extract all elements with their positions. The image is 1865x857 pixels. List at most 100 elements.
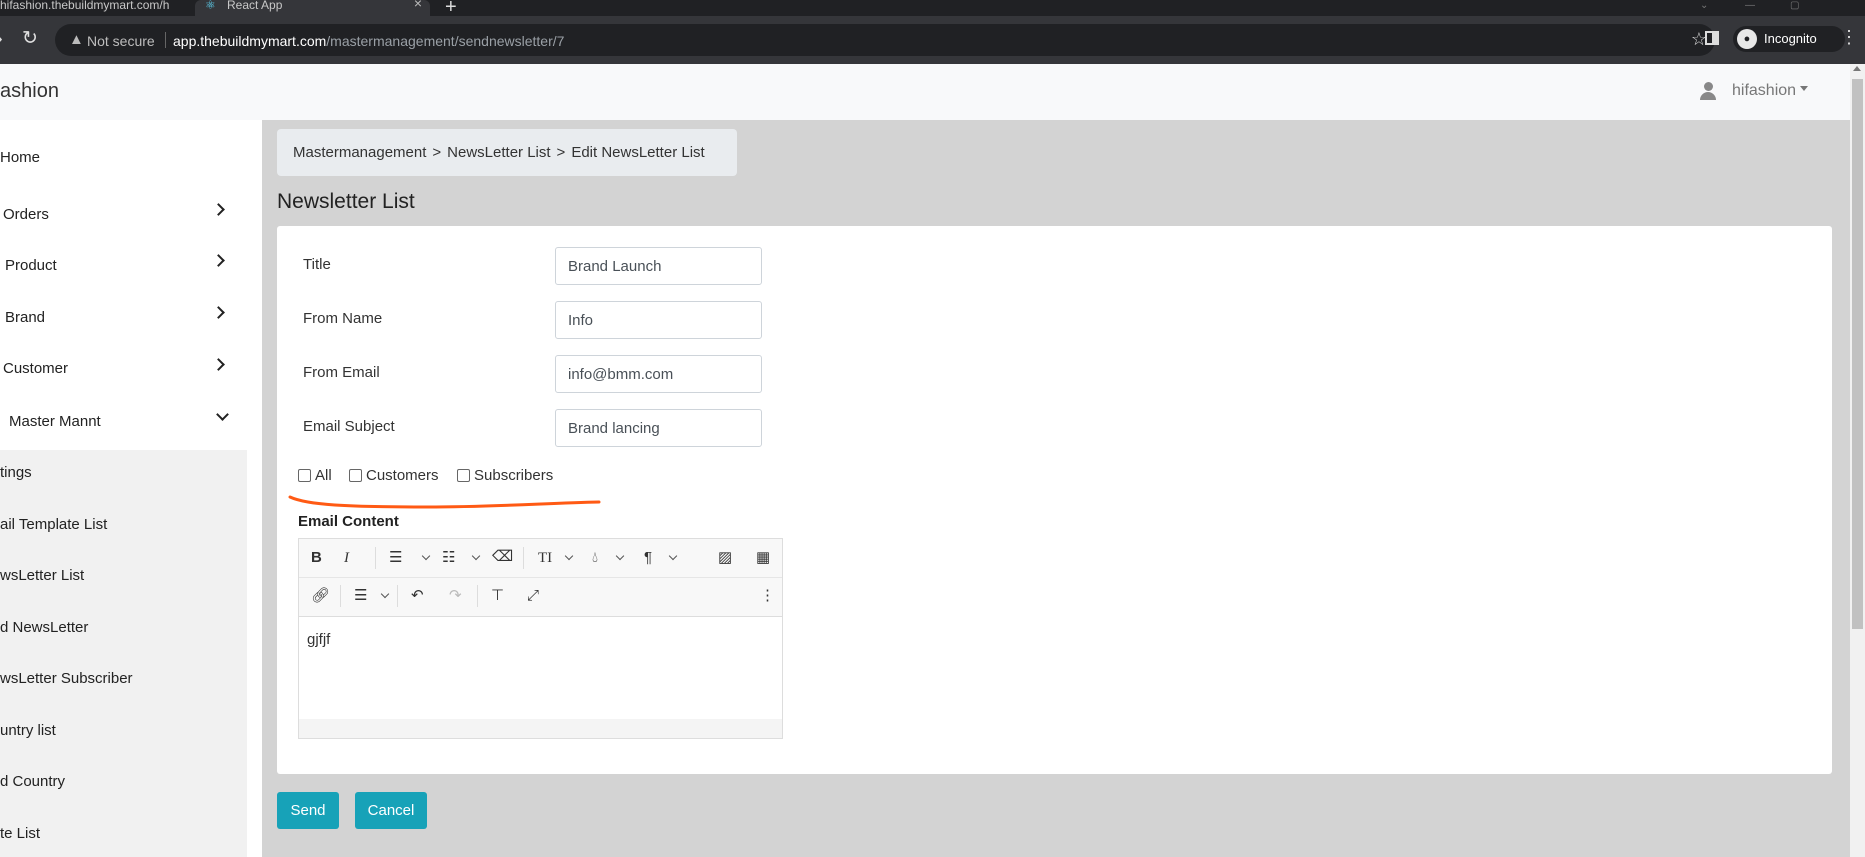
- tab-search-icon[interactable]: ⌄: [1700, 0, 1708, 11]
- scroll-up-icon[interactable]: [1853, 66, 1861, 71]
- user-icon[interactable]: [1700, 82, 1716, 100]
- chevron-right-icon[interactable]: [212, 306, 225, 319]
- bold-icon[interactable]: B: [311, 549, 322, 567]
- subscribers-checkbox-label[interactable]: Subscribers: [474, 467, 553, 484]
- italic-icon[interactable]: I: [344, 549, 349, 567]
- font-size-icon[interactable]: TI: [538, 549, 552, 567]
- paragraph-icon[interactable]: ¶: [644, 549, 652, 567]
- reload-icon[interactable]: ↻: [22, 29, 38, 49]
- chevron-right-icon[interactable]: [212, 203, 225, 216]
- page-scrollbar[interactable]: [1850, 64, 1865, 857]
- browser-tab-hifashion[interactable]: hifashion.thebuildmymart.com/h: [0, 0, 175, 16]
- address-bar[interactable]: ▲ Not secure app.thebuildmymart.com/mast…: [55, 24, 1715, 56]
- sidebar-item-orders[interactable]: Orders: [3, 206, 49, 223]
- breadcrumb-separator: >: [556, 144, 566, 161]
- numbered-list-icon[interactable]: ☷: [442, 549, 455, 567]
- all-checkbox-label[interactable]: All: [315, 467, 332, 484]
- editor-statusbar: [299, 719, 782, 738]
- sidebar-item-brand[interactable]: Brand: [5, 309, 45, 326]
- bullet-list-icon[interactable]: ☰: [389, 549, 402, 567]
- breadcrumb-separator: >: [432, 144, 442, 161]
- image-icon[interactable]: ▨: [718, 549, 732, 567]
- format-painter-icon[interactable]: ⊤: [491, 587, 504, 605]
- sidebar-subitem-add-country[interactable]: d Country: [0, 773, 65, 790]
- incognito-badge[interactable]: ● Incognito: [1733, 26, 1845, 52]
- from-email-input[interactable]: [555, 355, 762, 393]
- email-subject-label: Email Subject: [303, 418, 395, 435]
- chevron-down-icon[interactable]: [615, 551, 625, 561]
- tab-title: React App: [227, 0, 283, 12]
- eraser-icon[interactable]: ⌫: [492, 548, 513, 566]
- chevron-down-icon[interactable]: [668, 551, 678, 561]
- sidebar-subitem-add-newsletter[interactable]: d NewsLetter: [0, 619, 88, 636]
- browser-tab-bar: hifashion.thebuildmymart.com/h ⚛ React A…: [0, 0, 1865, 18]
- sidebar-subitem-state-list[interactable]: te List: [0, 825, 40, 842]
- chevron-down-icon[interactable]: [471, 551, 481, 561]
- toolbar-divider: [523, 547, 524, 569]
- breadcrumb-item[interactable]: Mastermanagement: [293, 144, 426, 161]
- customers-checkbox[interactable]: [349, 469, 362, 482]
- sidebar-item-customer[interactable]: Customer: [3, 360, 68, 377]
- sidebar-item-product[interactable]: Product: [5, 257, 57, 274]
- browser-toolbar: › ↻ ▲ Not secure app.thebuildmymart.com/…: [0, 16, 1865, 64]
- send-button[interactable]: Send: [277, 792, 339, 829]
- align-icon[interactable]: ☰: [354, 587, 367, 605]
- scrollbar-thumb[interactable]: [1852, 79, 1863, 629]
- user-menu-toggle[interactable]: hifashion: [1732, 82, 1796, 100]
- breadcrumb-item[interactable]: NewsLetter List: [447, 144, 550, 161]
- sidebar-subitem-newsletter-subscriber[interactable]: wsLetter Subscriber: [0, 670, 133, 687]
- chevron-down-icon[interactable]: [216, 408, 229, 421]
- toolbar-divider: [397, 585, 398, 607]
- email-content-label: Email Content: [298, 513, 399, 530]
- app-navbar: ashion hifashion: [0, 64, 1850, 120]
- chevron-right-icon[interactable]: [212, 358, 225, 371]
- from-name-input[interactable]: [555, 301, 762, 339]
- tab-close-icon[interactable]: ×: [414, 0, 422, 10]
- page-title: Newsletter List: [277, 190, 415, 213]
- cancel-button[interactable]: Cancel: [355, 792, 427, 829]
- rich-text-editor: B I ☰ ☷ ⌫ TI 💧︎ ¶ ▨ ▦ 🔗︎ ☰ ↶ ↷ ⊤ ⤢ ⋮ gjf…: [298, 538, 783, 739]
- sidebar-item-home[interactable]: Home: [0, 149, 40, 166]
- browser-tab-react-app[interactable]: ⚛ React App ×: [195, 0, 430, 16]
- redo-icon[interactable]: ↷: [449, 587, 462, 605]
- toolbar-divider: [375, 547, 376, 569]
- divider: [165, 32, 166, 48]
- table-icon[interactable]: ▦: [756, 549, 770, 567]
- incognito-icon: ●: [1737, 29, 1757, 49]
- chevron-right-icon[interactable]: [212, 254, 225, 267]
- chevron-down-icon[interactable]: [564, 551, 574, 561]
- sidebar-subitem-newsletter-list[interactable]: wsLetter List: [0, 567, 84, 584]
- chevron-down-icon[interactable]: [380, 589, 390, 599]
- undo-icon[interactable]: ↶: [411, 587, 424, 605]
- toolbar-divider: [477, 585, 478, 607]
- sidebar-subitem-country-list[interactable]: untry list: [0, 722, 56, 739]
- forward-arrow-icon[interactable]: ›: [0, 29, 3, 49]
- sidebar-item-master-mannt[interactable]: Master Mannt: [9, 413, 101, 430]
- more-options-icon[interactable]: ⋮: [760, 587, 775, 605]
- sidebar-subitem-email-template-list[interactable]: ail Template List: [0, 516, 107, 533]
- title-input[interactable]: [555, 247, 762, 285]
- fullscreen-icon[interactable]: ⤢: [527, 587, 539, 605]
- side-panel-icon[interactable]: [1705, 31, 1719, 45]
- url-text[interactable]: app.thebuildmymart.com/mastermanagement/…: [173, 33, 564, 49]
- customers-checkbox-label[interactable]: Customers: [366, 467, 439, 484]
- toolbar-divider: [340, 585, 341, 607]
- warning-icon[interactable]: ▲: [69, 31, 84, 48]
- from-email-label: From Email: [303, 364, 380, 381]
- editor-content[interactable]: gjfjf: [307, 631, 330, 648]
- chevron-down-icon[interactable]: [421, 551, 431, 561]
- subscribers-checkbox[interactable]: [457, 469, 470, 482]
- all-checkbox[interactable]: [298, 469, 311, 482]
- security-status[interactable]: Not secure: [87, 33, 155, 49]
- minimize-icon[interactable]: —: [1745, 0, 1755, 11]
- text-color-icon[interactable]: 💧︎: [592, 549, 598, 567]
- link-icon[interactable]: 🔗︎: [311, 587, 330, 605]
- incognito-label: Incognito: [1764, 31, 1817, 46]
- maximize-icon[interactable]: ▢: [1790, 0, 1799, 11]
- toolbar-row-divider: [299, 577, 782, 578]
- sidebar-subitem-settings[interactable]: tings: [0, 464, 32, 481]
- email-subject-input[interactable]: [555, 409, 762, 447]
- caret-down-icon[interactable]: [1800, 86, 1808, 91]
- browser-menu-icon[interactable]: ⋮: [1840, 27, 1858, 48]
- app-brand[interactable]: ashion: [0, 80, 59, 103]
